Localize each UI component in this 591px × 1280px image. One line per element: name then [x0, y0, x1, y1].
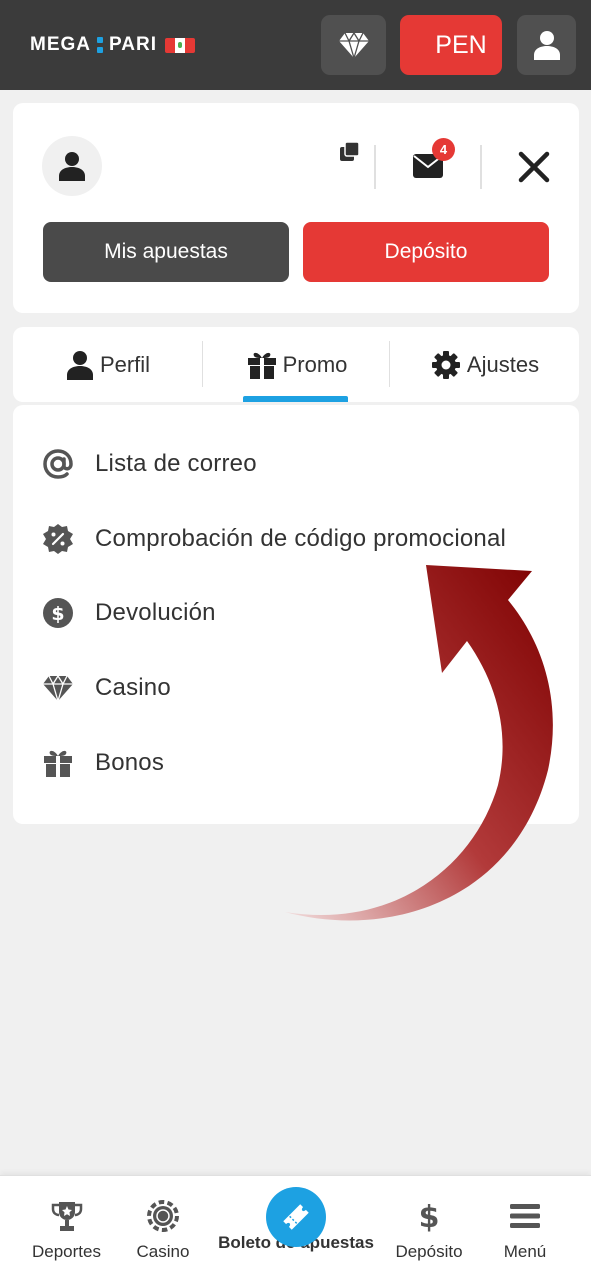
close-button[interactable] — [518, 151, 550, 188]
logo-text-left: MEGA — [30, 34, 91, 55]
ticket-icon — [283, 1204, 309, 1230]
nav-label: Deportes — [32, 1242, 101, 1261]
tab-label: Promo — [282, 351, 348, 377]
account-button[interactable] — [517, 15, 576, 75]
nav-label: Depósito — [395, 1242, 463, 1261]
nav-label: Menú — [503, 1242, 547, 1261]
bet-slip-button[interactable] — [266, 1187, 326, 1247]
megapari-logo[interactable]: MEGA PARI — [30, 32, 195, 58]
nav-casino[interactable]: Casino — [123, 1176, 203, 1280]
nav-deportes[interactable]: Deportes — [20, 1176, 113, 1280]
nav-label: Casino — [136, 1242, 190, 1261]
top-header: MEGA PARI PEN — [0, 0, 591, 90]
menu-item-label: Comprobación de código promocional — [95, 525, 507, 552]
menu-item-label: Lista de correo — [95, 450, 257, 477]
user-icon — [533, 31, 560, 60]
peru-flag-icon — [164, 37, 195, 53]
profile-tabs: Perfil Promo Ajustes — [13, 327, 579, 402]
tab-label: Perfil — [99, 351, 151, 377]
menu-item-label: Devolución — [95, 599, 216, 626]
gear-icon — [431, 350, 460, 379]
tab-perfil[interactable]: Perfil — [13, 327, 203, 402]
close-icon — [518, 151, 550, 183]
percent-badge-icon — [43, 524, 73, 554]
diamond-icon — [338, 31, 369, 59]
svg-text:$: $ — [419, 1200, 440, 1233]
menu-item-label: Casino — [95, 674, 171, 701]
profile-card: 4 Mis apuestas Depósito — [13, 103, 579, 313]
divider — [374, 145, 376, 189]
currency-balance-button[interactable]: PEN — [400, 15, 502, 75]
hamburger-icon — [510, 1204, 540, 1228]
vip-diamond-button[interactable] — [321, 15, 386, 75]
diamond-icon — [43, 674, 73, 702]
trophy-icon — [51, 1202, 82, 1231]
menu-item-bonos[interactable]: Bonos — [13, 733, 579, 793]
gift-icon — [247, 352, 276, 379]
tab-ajustes[interactable]: Ajustes — [391, 327, 579, 402]
deposit-button[interactable]: Depósito — [303, 222, 549, 282]
avatar[interactable] — [42, 136, 102, 196]
person-icon — [59, 152, 85, 181]
nav-deposito[interactable]: $ Depósito — [383, 1176, 475, 1280]
nav-menu[interactable]: Menú — [490, 1176, 560, 1280]
menu-item-lista-de-correo[interactable]: Lista de correo — [13, 434, 579, 494]
copy-id-button[interactable] — [338, 140, 362, 169]
logo-colon — [94, 34, 106, 56]
active-tab-indicator — [243, 396, 348, 402]
tab-promo[interactable]: Promo — [203, 327, 391, 402]
divider — [480, 145, 482, 189]
unread-count-badge: 4 — [432, 138, 455, 161]
logo-text-right: PARI — [109, 34, 157, 55]
menu-item-devolucion[interactable]: $ Devolución — [13, 583, 579, 643]
gift-icon — [44, 750, 72, 777]
menu-item-promo-code-check[interactable]: Comprobación de código promocional — [13, 509, 579, 569]
at-icon — [43, 449, 73, 479]
dollar-icon: $ — [419, 1200, 440, 1233]
tab-label: Ajustes — [466, 351, 540, 377]
copy-icon — [340, 141, 360, 161]
currency-label: PEN — [435, 30, 487, 59]
promo-menu: Lista de correo Comprobación de código p… — [13, 405, 579, 824]
person-icon — [66, 350, 93, 380]
divider — [389, 341, 390, 387]
chip-icon — [147, 1200, 179, 1232]
dollar-circle-icon: $ — [43, 598, 73, 628]
my-bets-button[interactable]: Mis apuestas — [43, 222, 289, 282]
menu-item-label: Bonos — [95, 749, 165, 776]
menu-item-casino[interactable]: Casino — [13, 658, 579, 718]
svg-text:$: $ — [51, 603, 64, 625]
